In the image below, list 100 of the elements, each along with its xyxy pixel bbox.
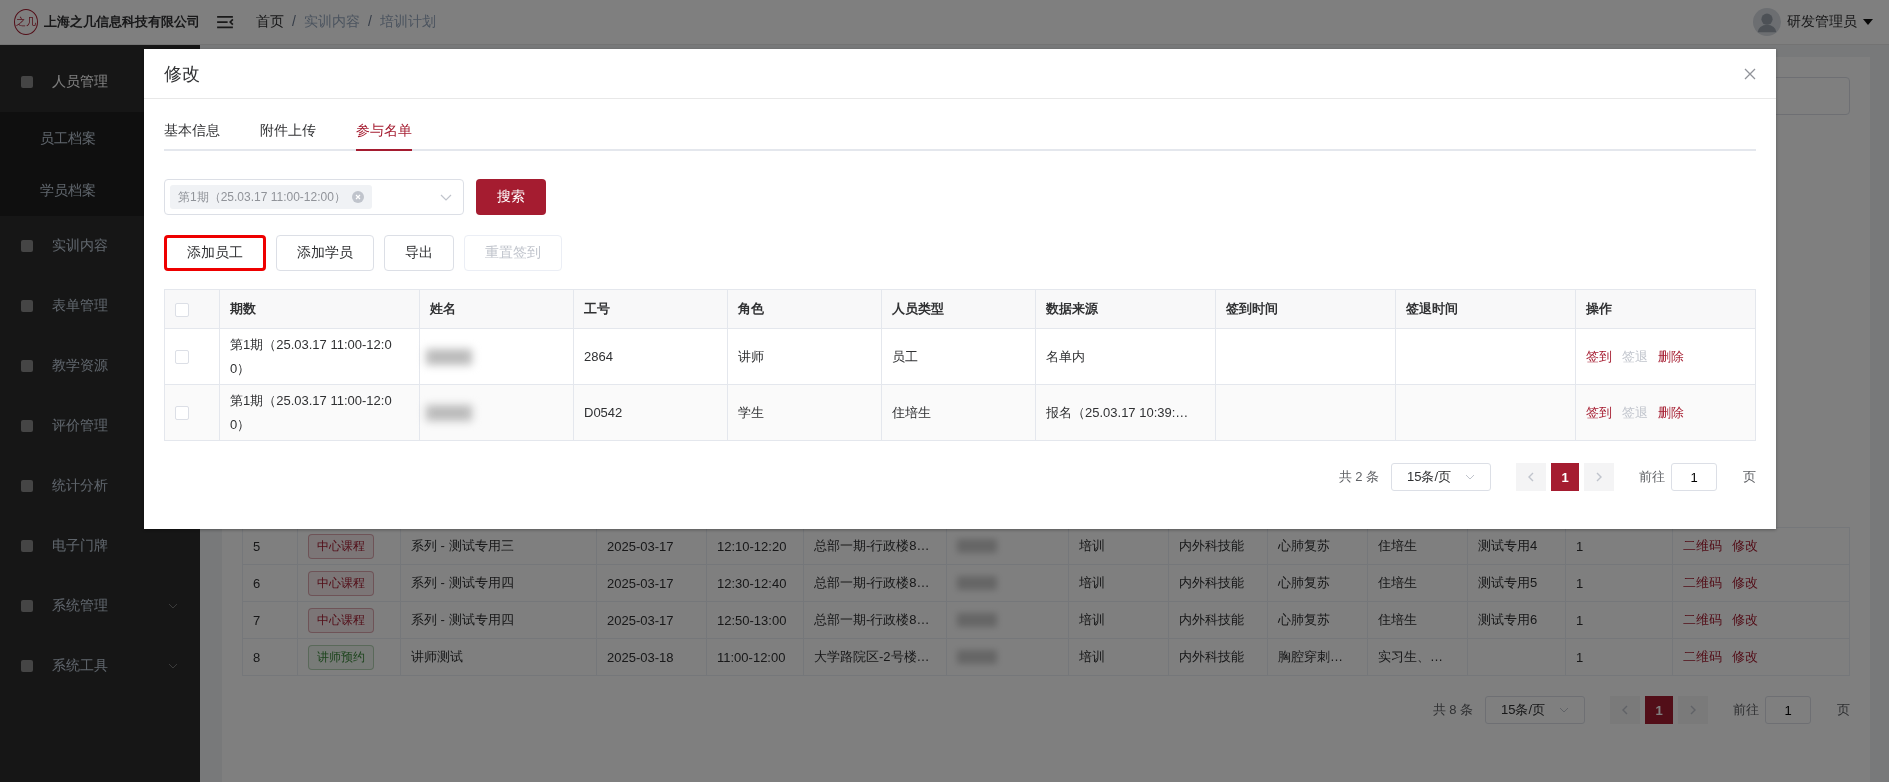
action-link[interactable]: 二维码 (1683, 648, 1722, 666)
sidebar-item[interactable]: 教学资源 (0, 336, 200, 396)
action-button[interactable]: 添加学员 (276, 235, 374, 271)
action-link[interactable]: 二维码 (1683, 574, 1722, 592)
table-cell: 1 (1566, 602, 1673, 639)
action-button[interactable]: 导出 (384, 235, 454, 271)
table-cell: 2025-03-17 (597, 602, 707, 639)
table-cell: 系列 - 测试专用四 (401, 602, 597, 639)
table-cell: 11:00-12:00 (707, 639, 804, 676)
prev-page-button[interactable] (1610, 696, 1640, 724)
close-icon[interactable] (351, 191, 364, 203)
sidebar-item[interactable]: 统计分析 (0, 456, 200, 516)
next-page-button[interactable] (1678, 696, 1708, 724)
table-cell: 内外科技能 (1169, 565, 1268, 602)
tab[interactable]: 参与名单 (356, 113, 412, 151)
goto-page-field[interactable]: 1 (1671, 463, 1717, 491)
action-link[interactable]: 修改 (1732, 648, 1758, 666)
menu-toggle-icon[interactable] (216, 15, 234, 29)
breadcrumb-item[interactable]: 首页 (256, 13, 284, 31)
table-cell: 2025-03-18 (597, 639, 707, 676)
table-cell: 培训 (1069, 602, 1169, 639)
table-cell: 1 (1566, 565, 1673, 602)
menu-item-icon (20, 659, 34, 673)
page-size-select[interactable]: 15条/页 (1391, 463, 1491, 491)
page-unit: 页 (1743, 468, 1756, 486)
column-header: 角色 (738, 301, 764, 316)
action-link[interactable]: 删除 (1658, 348, 1684, 364)
modal-title: 修改 (164, 62, 200, 86)
sidebar-item[interactable]: 评价管理 (0, 396, 200, 456)
table-cell: 8 (243, 639, 298, 676)
sidebar-item[interactable]: 系统管理 (0, 576, 200, 636)
total-count: 共 8 条 (1432, 701, 1473, 719)
table-cell: 2864 (584, 349, 613, 364)
page-size-select[interactable]: 15条/页 (1485, 696, 1585, 724)
goto-page-field[interactable]: 1 (1765, 696, 1811, 724)
table-cell: 12:30-12:40 (707, 565, 804, 602)
page-number[interactable]: 1 (1551, 463, 1579, 491)
table-cell: 讲师测试 (401, 639, 597, 676)
close-icon[interactable] (1744, 67, 1756, 80)
caret-icon[interactable] (1863, 19, 1873, 25)
period-select[interactable]: 第1期（25.03.17 11:00-12:00） (164, 179, 464, 215)
action-link[interactable]: 删除 (1658, 404, 1684, 420)
table-cell-text: 第1期（25.03.17 11:00-12:00） (230, 335, 393, 378)
table-cell: 内外科技能 (1169, 602, 1268, 639)
chevron-right-icon (1596, 472, 1602, 482)
action-link[interactable]: 二维码 (1683, 611, 1722, 629)
menu-item-icon (20, 75, 34, 89)
action-link[interactable]: 修改 (1732, 537, 1758, 555)
menu-item-icon (20, 239, 34, 253)
chevron-left-icon (1528, 472, 1534, 482)
table-cell: 测试专用6 (1468, 602, 1566, 639)
menu-item-icon (20, 359, 34, 373)
chevron-right-icon (1690, 705, 1696, 715)
row-checkbox[interactable] (175, 406, 189, 421)
column-header: 签退时间 (1406, 301, 1458, 316)
table-cell: 培训 (1069, 639, 1169, 676)
avatar-icon[interactable] (1753, 8, 1781, 36)
select-all-checkbox[interactable] (175, 302, 189, 317)
next-page-button[interactable] (1584, 463, 1614, 491)
menu-item-icon (20, 299, 34, 313)
table-cell: 6 (243, 565, 298, 602)
column-header: 姓名 (430, 301, 456, 316)
table-cell: D0542 (584, 405, 623, 420)
table-cell: 心肺复苏 (1268, 602, 1368, 639)
page-unit: 页 (1837, 701, 1850, 719)
menu-item-icon (20, 479, 34, 493)
tab[interactable]: 附件上传 (260, 113, 316, 151)
action-link[interactable]: 签到 (1586, 404, 1612, 420)
user-name[interactable]: 研发管理员 (1787, 13, 1857, 31)
prev-page-button[interactable] (1516, 463, 1546, 491)
column-header: 签到时间 (1226, 301, 1278, 316)
action-button[interactable]: 添加员工 (164, 235, 266, 271)
goto-label: 前往 (1639, 468, 1665, 486)
chevron-icon (168, 603, 178, 609)
table-cell: 胸腔穿刺… (1268, 639, 1368, 676)
column-header: 期数 (230, 301, 256, 316)
sidebar-item[interactable]: 系统工具 (0, 636, 200, 696)
goto-label: 前往 (1733, 701, 1759, 719)
table-cell: 7 (243, 602, 298, 639)
sidebar-item[interactable]: 电子门牌 (0, 516, 200, 576)
action-link[interactable]: 修改 (1732, 611, 1758, 629)
table-cell: 系列 - 测试专用四 (401, 565, 597, 602)
table-cell: 讲师 (738, 348, 764, 364)
action-link[interactable]: 修改 (1732, 574, 1758, 592)
table-cell: 1 (1566, 639, 1673, 676)
company-name: 上海之几信息科技有限公司 (44, 13, 200, 31)
table-cell: 大学路院区-2号楼… (804, 639, 947, 676)
total-count: 共 2 条 (1338, 468, 1379, 486)
table-cell: 实习生、… (1368, 639, 1468, 676)
page-number[interactable]: 1 (1645, 696, 1673, 724)
row-checkbox[interactable] (175, 350, 189, 365)
column-header: 操作 (1586, 301, 1612, 316)
search-button[interactable]: 搜索 (476, 179, 546, 215)
column-header: 工号 (584, 301, 610, 316)
blurred-name (426, 348, 472, 365)
selected-tag: 第1期（25.03.17 11:00-12:00） (170, 185, 372, 209)
breadcrumb-separator: / (292, 13, 296, 31)
action-link[interactable]: 二维码 (1683, 537, 1722, 555)
sidebar-item[interactable]: 表单管理 (0, 276, 200, 336)
action-link[interactable]: 签到 (1586, 348, 1612, 364)
